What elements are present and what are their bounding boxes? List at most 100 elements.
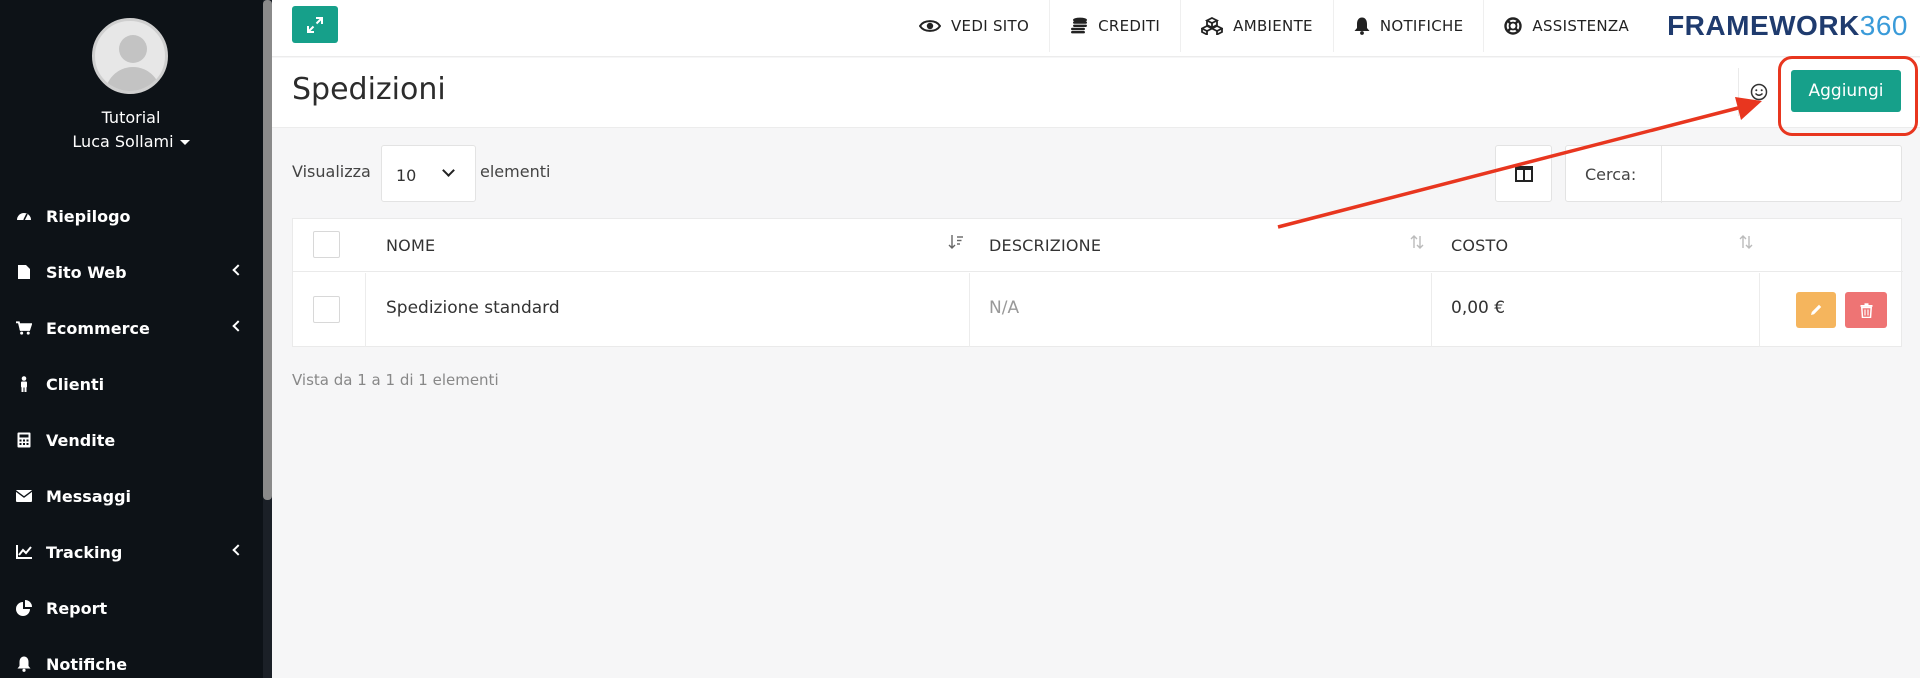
person-icon — [16, 376, 32, 392]
cell-nome: Spedizione standard — [386, 298, 560, 318]
search-label: Cerca: — [1585, 165, 1637, 184]
topnav-assistenza[interactable]: ASSISTENZA — [1483, 0, 1649, 52]
column-header-descrizione[interactable]: DESCRIZIONE — [989, 236, 1101, 255]
columns-toggle-button[interactable] — [1495, 145, 1552, 202]
smile-icon — [1750, 83, 1767, 101]
sort-icon[interactable] — [1410, 234, 1424, 254]
chevron-left-icon — [232, 544, 244, 556]
topnav-label: CREDITI — [1098, 17, 1161, 35]
topnav-label: VEDI SITO — [951, 17, 1030, 35]
avatar-body — [105, 67, 161, 91]
row-checkbox[interactable] — [313, 296, 340, 323]
bell-icon — [16, 656, 32, 672]
cart-icon — [16, 320, 32, 336]
table-header: NOME DESCRIZIONE COSTO — [293, 219, 1903, 272]
avatar-head — [119, 35, 147, 63]
column-header-nome[interactable]: NOME — [386, 236, 435, 255]
pencil-icon — [1811, 304, 1822, 315]
sidebar-item-messaggi[interactable]: Messaggi — [0, 468, 262, 524]
topnav-crediti[interactable]: CREDITI — [1049, 0, 1180, 52]
caret-down-icon — [179, 140, 190, 145]
cell-costo: 0,00 € — [1451, 298, 1506, 318]
sidebar-item-label: Ecommerce — [46, 318, 150, 338]
line-chart-icon — [16, 544, 32, 560]
sidebar-item-label: Report — [46, 598, 108, 618]
envelope-icon — [16, 488, 32, 504]
table-row[interactable]: Spedizione standard N/A 0,00 € — [293, 273, 1903, 347]
sidebar-item-tracking[interactable]: Tracking — [0, 524, 262, 580]
select-all-checkbox[interactable] — [313, 231, 340, 258]
file-icon — [16, 264, 32, 280]
sidebar-item-label: Notifiche — [46, 654, 128, 674]
user-name: Luca Sollami — [72, 132, 174, 151]
column-divider — [1759, 273, 1760, 347]
search-divider — [1661, 146, 1662, 203]
topnav-label: NOTIFICHE — [1379, 17, 1464, 35]
chevron-left-icon — [232, 264, 244, 276]
user-menu[interactable]: Luca Sollami — [0, 132, 262, 151]
search-box: Cerca: — [1565, 145, 1902, 203]
columns-icon — [1514, 165, 1533, 182]
sidebar-item-report[interactable]: Report — [0, 580, 262, 636]
logo-text: FRAMEWORK — [1667, 10, 1860, 41]
cell-descrizione: N/A — [989, 298, 1020, 318]
logo-number: 360 — [1859, 10, 1908, 41]
sidebar-item-label: Messaggi — [46, 486, 132, 506]
topnav-label: AMBIENTE — [1233, 17, 1313, 35]
topnav-ambiente[interactable]: AMBIENTE — [1180, 0, 1333, 52]
top-nav: VEDI SITO CREDITI AMBIENTE NOTIFICHE ASS… — [899, 0, 1920, 52]
column-divider — [365, 273, 366, 347]
topnav-notifiche[interactable]: NOTIFICHE — [1332, 0, 1484, 52]
edit-button[interactable] — [1796, 292, 1836, 328]
page-length-value: 10 — [396, 166, 417, 185]
sidebar-item-clienti[interactable]: Clienti — [0, 356, 262, 412]
highlight-annotation — [1778, 56, 1918, 136]
user-company: Tutorial — [101, 108, 161, 127]
top-bar: VEDI SITO CREDITI AMBIENTE NOTIFICHE ASS… — [272, 0, 1920, 57]
page-header: Spedizioni Aggiungi — [272, 58, 1920, 128]
sidebar-item-label: Clienti — [46, 374, 105, 394]
sidebar-item-label: Tracking — [46, 542, 123, 562]
sidebar: Tutorial Luca Sollami Riepilogo Sito Web… — [0, 0, 272, 678]
sort-desc-icon[interactable] — [948, 234, 964, 254]
sort-icon[interactable] — [1739, 234, 1753, 254]
sidebar-item-vendite[interactable]: Vendite — [0, 412, 262, 468]
sidebar-item-riepilogo[interactable]: Riepilogo — [0, 188, 262, 244]
column-header-costo[interactable]: COSTO — [1451, 236, 1508, 255]
search-input[interactable] — [1666, 154, 1891, 194]
table-info: Vista da 1 a 1 di 1 elementi — [292, 371, 499, 389]
shipping-table: NOME DESCRIZIONE COSTO Spedizione standa… — [292, 218, 1903, 347]
sidebar-item-ecommerce[interactable]: Ecommerce — [0, 300, 262, 356]
page-length-select[interactable]: 10 — [381, 145, 476, 202]
bell-icon — [1354, 17, 1370, 35]
feedback-button[interactable] — [1738, 68, 1778, 116]
lifebuoy-icon — [1504, 17, 1523, 35]
sidebar-item-label: Riepilogo — [46, 206, 131, 226]
framework360-logo[interactable]: FRAMEWORK360 — [1649, 10, 1920, 42]
eye-icon — [919, 19, 941, 33]
sidebar-item-notifiche[interactable]: Notifiche — [0, 636, 262, 678]
avatar[interactable] — [92, 18, 168, 94]
chevron-down-icon — [442, 164, 455, 177]
column-divider — [1431, 273, 1432, 347]
expand-icon — [307, 16, 323, 33]
calculator-icon — [16, 432, 32, 448]
topnav-vedi-sito[interactable]: VEDI SITO — [899, 0, 1049, 52]
pie-chart-icon — [16, 600, 32, 616]
chevron-left-icon — [232, 320, 244, 332]
sidebar-nav: Riepilogo Sito Web Ecommerce Clienti Ven… — [0, 188, 262, 678]
elements-label: elementi — [480, 162, 551, 181]
column-divider — [969, 273, 970, 347]
topnav-label: ASSISTENZA — [1532, 17, 1630, 35]
coins-icon — [1070, 17, 1088, 35]
page-title: Spedizioni — [292, 72, 446, 107]
sidebar-item-sito-web[interactable]: Sito Web — [0, 244, 262, 300]
delete-button[interactable] — [1845, 292, 1887, 328]
trash-icon — [1860, 302, 1872, 318]
sidebar-item-label: Sito Web — [46, 262, 127, 282]
page-length-label: Visualizza — [292, 162, 371, 181]
fullscreen-button[interactable] — [292, 6, 338, 43]
dashboard-icon — [16, 208, 32, 224]
sidebar-scrollbar[interactable] — [263, 0, 272, 500]
sidebar-item-label: Vendite — [46, 430, 116, 450]
